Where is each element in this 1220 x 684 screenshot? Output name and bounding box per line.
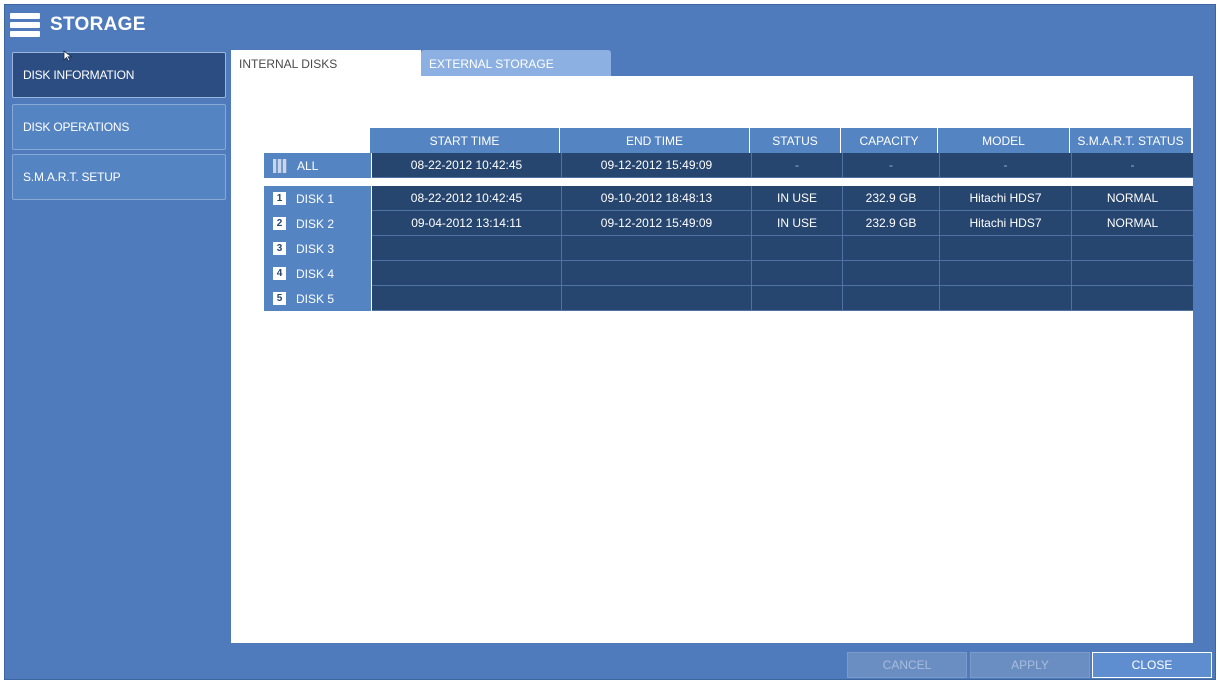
table-row-disk-2[interactable]: 2 DISK 2 09-04-2012 13:14:11 09-12-2012 … (264, 211, 1193, 236)
tab-external-storage[interactable]: EXTERNAL STORAGE (421, 50, 611, 77)
tab-internal-disks[interactable]: INTERNAL DISKS (231, 50, 421, 77)
header-capacity: CAPACITY (841, 128, 938, 153)
model-cell: Hitachi HDS7 (940, 211, 1072, 236)
table-row-disk-5[interactable]: 5 DISK 5 (264, 286, 1193, 311)
capacity-cell (843, 261, 940, 286)
header-status: STATUS (750, 128, 841, 153)
start-time-cell: 09-04-2012 13:14:11 (372, 211, 562, 236)
status-cell (752, 236, 843, 261)
title-bar: STORAGE (10, 10, 146, 40)
start-time-cell: 08-22-2012 10:42:45 (372, 186, 562, 211)
capacity-cell (843, 286, 940, 311)
header-start-time: START TIME (370, 128, 560, 153)
storage-icon (10, 13, 40, 37)
disk-number-badge: 1 (273, 192, 286, 205)
smart-status-cell: NORMAL (1072, 211, 1193, 236)
end-time-cell: 09-12-2012 15:49:09 (562, 211, 752, 236)
header-smart-status: S.M.A.R.T. STATUS (1070, 128, 1191, 153)
model-cell: Hitachi HDS7 (940, 186, 1072, 211)
header-model: MODEL (938, 128, 1070, 153)
row-label: ALL (264, 153, 372, 178)
disk-number-badge: 2 (273, 217, 286, 230)
sidebar-item-smart-setup[interactable]: S.M.A.R.T. SETUP (12, 154, 226, 200)
row-label: 2 DISK 2 (264, 211, 372, 236)
table-row-disk-1[interactable]: 1 DISK 1 08-22-2012 10:42:45 09-10-2012 … (264, 186, 1193, 211)
end-time-cell: 09-10-2012 18:48:13 (562, 186, 752, 211)
model-cell: - (940, 153, 1072, 178)
start-time-cell (372, 286, 562, 311)
end-time-cell (562, 261, 752, 286)
page-title: STORAGE (50, 14, 146, 35)
row-label: 3 DISK 3 (264, 236, 372, 261)
row-label: 4 DISK 4 (264, 261, 372, 286)
cancel-button[interactable]: CANCEL (847, 652, 967, 678)
end-time-cell (562, 286, 752, 311)
disk-number-badge: 5 (273, 292, 286, 305)
start-time-cell (372, 261, 562, 286)
start-time-cell: 08-22-2012 10:42:45 (372, 153, 562, 178)
sidebar-item-disk-information[interactable]: DISK INFORMATION (12, 52, 226, 98)
disk-number-badge: 3 (273, 242, 286, 255)
capacity-cell: - (843, 153, 940, 178)
table-row-disk-4[interactable]: 4 DISK 4 (264, 261, 1193, 286)
model-cell (940, 236, 1072, 261)
sidebar-item-label: DISK OPERATIONS (23, 120, 130, 134)
sidebar-item-label: DISK INFORMATION (23, 68, 135, 82)
model-cell (940, 261, 1072, 286)
start-time-cell (372, 236, 562, 261)
table-header-row: START TIME END TIME STATUS CAPACITY MODE… (370, 128, 1191, 153)
sidebar-item-label: S.M.A.R.T. SETUP (23, 170, 121, 184)
row-label: 1 DISK 1 (264, 186, 372, 211)
all-disks-icon (273, 158, 287, 173)
status-cell (752, 286, 843, 311)
capacity-cell: 232.9 GB (843, 186, 940, 211)
smart-status-cell: NORMAL (1072, 186, 1193, 211)
row-label: 5 DISK 5 (264, 286, 372, 311)
close-button[interactable]: CLOSE (1092, 652, 1212, 678)
status-cell (752, 261, 843, 286)
model-cell (940, 286, 1072, 311)
table-row-all[interactable]: ALL 08-22-2012 10:42:45 09-12-2012 15:49… (264, 153, 1193, 178)
status-cell: - (752, 153, 843, 178)
capacity-cell (843, 236, 940, 261)
apply-button[interactable]: APPLY (970, 652, 1090, 678)
capacity-cell: 232.9 GB (843, 211, 940, 236)
end-time-cell (562, 236, 752, 261)
smart-status-cell: - (1072, 153, 1193, 178)
smart-status-cell (1072, 236, 1193, 261)
sidebar-item-disk-operations[interactable]: DISK OPERATIONS (12, 104, 226, 150)
table-row-disk-3[interactable]: 3 DISK 3 (264, 236, 1193, 261)
smart-status-cell (1072, 286, 1193, 311)
status-cell: IN USE (752, 211, 843, 236)
mouse-cursor-icon (63, 50, 73, 62)
header-end-time: END TIME (560, 128, 750, 153)
disk-number-badge: 4 (273, 267, 286, 280)
end-time-cell: 09-12-2012 15:49:09 (562, 153, 752, 178)
smart-status-cell (1072, 261, 1193, 286)
status-cell: IN USE (752, 186, 843, 211)
tab-label: EXTERNAL STORAGE (429, 56, 554, 71)
tab-label: INTERNAL DISKS (239, 56, 338, 71)
